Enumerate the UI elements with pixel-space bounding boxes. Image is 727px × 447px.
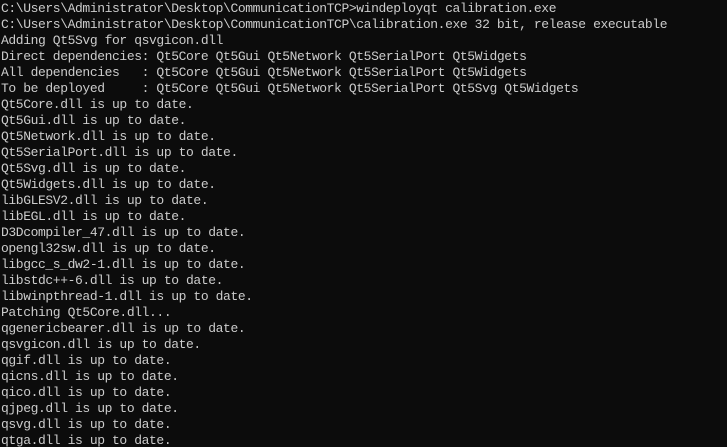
output-line: Qt5Core.dll is up to date. xyxy=(1,97,194,112)
output-line: qicns.dll is up to date. xyxy=(1,369,179,384)
command-line: C:\Users\Administrator\Desktop\Communica… xyxy=(1,1,557,16)
output-line: Qt5Svg.dll is up to date. xyxy=(1,161,187,176)
output-line: libgcc_s_dw2-1.dll is up to date. xyxy=(1,257,246,272)
output-line: qgenericbearer.dll is up to date. xyxy=(1,321,246,336)
output-line: libEGL.dll is up to date. xyxy=(1,209,187,224)
output-line: D3Dcompiler_47.dll is up to date. xyxy=(1,225,246,240)
output-line: Direct dependencies: Qt5Core Qt5Gui Qt5N… xyxy=(1,49,527,64)
output-line: qico.dll is up to date. xyxy=(1,385,172,400)
output-line: Qt5Widgets.dll is up to date. xyxy=(1,177,216,192)
output-line: libwinpthread-1.dll is up to date. xyxy=(1,289,253,304)
output-line: Qt5Network.dll is up to date. xyxy=(1,129,216,144)
output-line: libstdc++-6.dll is up to date. xyxy=(1,273,224,288)
output-line: qjpeg.dll is up to date. xyxy=(1,401,179,416)
output-line: Qt5Gui.dll is up to date. xyxy=(1,113,187,128)
console-output[interactable]: C:\Users\Administrator\Desktop\Communica… xyxy=(0,0,727,447)
output-line: libGLESV2.dll is up to date. xyxy=(1,193,209,208)
output-line: qsvgicon.dll is up to date. xyxy=(1,337,201,352)
output-line: Patching Qt5Core.dll... xyxy=(1,305,172,320)
output-line: C:\Users\Administrator\Desktop\Communica… xyxy=(1,17,668,32)
output-line: opengl32sw.dll is up to date. xyxy=(1,241,216,256)
output-line: qsvg.dll is up to date. xyxy=(1,417,172,432)
output-line: Qt5SerialPort.dll is up to date. xyxy=(1,145,238,160)
output-line: qgif.dll is up to date. xyxy=(1,353,172,368)
output-line: Adding Qt5Svg for qsvgicon.dll xyxy=(1,33,224,48)
output-line: qtga.dll is up to date. xyxy=(1,433,172,447)
output-line: All dependencies : Qt5Core Qt5Gui Qt5Net… xyxy=(1,65,527,80)
output-line: To be deployed : Qt5Core Qt5Gui Qt5Netwo… xyxy=(1,81,579,96)
